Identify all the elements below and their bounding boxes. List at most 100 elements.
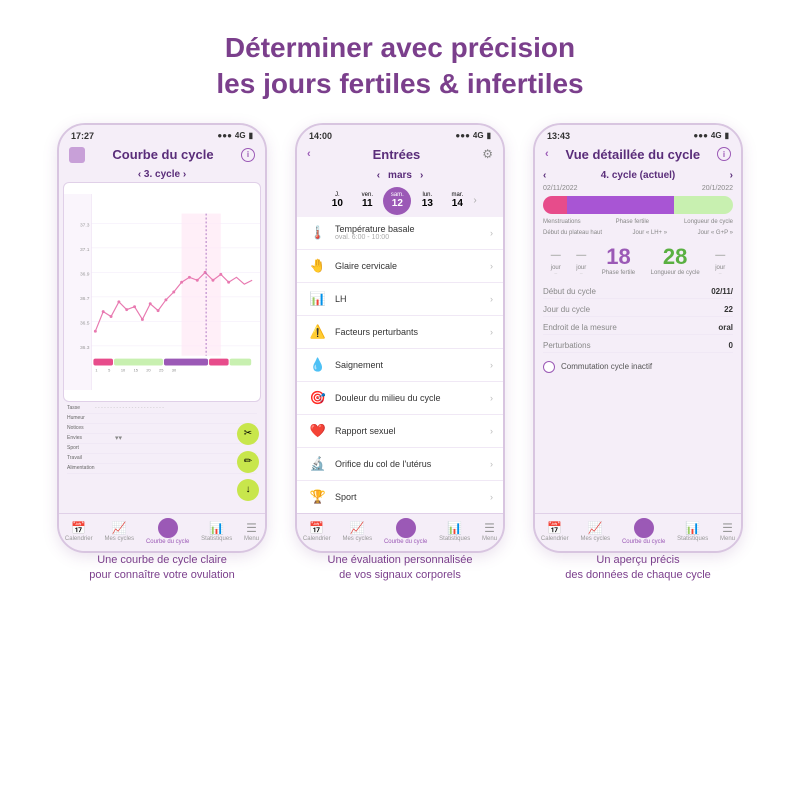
nav-menu-1[interactable]: ☰ Menu	[244, 521, 259, 542]
fab-edit[interactable]: ✏	[237, 451, 259, 473]
entry-glaire[interactable]: 🤚 Glaire cervicale ›	[297, 250, 503, 283]
entry-orifice[interactable]: 🔬 Orifice du col de l'utérus ›	[297, 448, 503, 481]
nav-label: Calendrier	[65, 536, 93, 542]
cycle-inactive[interactable]: Commutation cycle inactif	[543, 361, 733, 373]
nav-stats-2[interactable]: 📊 Statistiques	[439, 521, 470, 542]
svg-text:36.7: 36.7	[80, 296, 90, 302]
fab-download[interactable]: ↓	[237, 479, 259, 501]
phones-container: 17:27 ●●● 4G ▮ Courbe du cycle i ‹ 3. cy…	[32, 123, 768, 800]
radio-inactive[interactable]	[543, 361, 555, 373]
nav-label: Statistiques	[201, 536, 232, 542]
nav-label: Courbe du cycle	[622, 539, 665, 545]
cycle-chart: 37.3 37.1 36.9 36.7 36.5 36.3	[64, 183, 260, 401]
prev-month-btn[interactable]: ‹	[377, 170, 380, 181]
nav-cycle-icon	[396, 518, 416, 538]
screen3-content: ‹ 4. cycle (actuel) › 02/11/2022 20/1/20…	[535, 166, 741, 513]
nav-label: Menu	[720, 536, 735, 542]
phase-num-minus-2: – jour –	[576, 244, 586, 277]
nav-menu-2[interactable]: ☰ Menu	[482, 521, 497, 542]
label-menst: Menstruations	[543, 219, 581, 225]
nav-cycle-icon	[634, 518, 654, 538]
nav-courbe-3[interactable]: Courbe du cycle	[622, 518, 665, 545]
phone3-wrapper: 13:43 ●●● 4G ▮ ‹ Vue détaillée du cycle …	[528, 123, 748, 584]
nav-courbe-2[interactable]: Courbe du cycle	[384, 518, 427, 545]
extra-row-2: Humeur	[67, 414, 257, 424]
bottom-nav-1: 📅 Calendrier 📈 Mes cycles Courbe du cycl…	[59, 513, 265, 551]
chevron-right-icon: ›	[490, 261, 493, 271]
day-12[interactable]: sam. 12	[383, 187, 411, 215]
day-14[interactable]: mar. 14	[443, 187, 471, 215]
cycle-label-1: ‹ 3. cycle ›	[63, 169, 261, 180]
cycle-label-3: 4. cycle (actuel)	[601, 170, 675, 181]
nav-label: Mes cycles	[342, 536, 372, 542]
lh-icon: 📊	[307, 288, 329, 310]
nav-stats-1[interactable]: 📊 Statistiques	[201, 521, 232, 542]
nav-cycles-1[interactable]: 📈 Mes cycles	[104, 521, 134, 542]
glaire-icon: 🤚	[307, 255, 329, 277]
app-title-3: Vue détaillée du cycle	[549, 147, 717, 162]
screen2-content: ‹ mars › J. 10 ven. 11 sam.	[297, 166, 503, 513]
label-lh: Jour « LH+ »	[633, 230, 668, 236]
day-13[interactable]: lun. 13	[413, 187, 441, 215]
nav-cycles-2[interactable]: 📈 Mes cycles	[342, 521, 372, 542]
entry-douleur[interactable]: 🎯 Douleur du milieu du cycle ›	[297, 382, 503, 415]
nav-calendrier-1[interactable]: 📅 Calendrier	[65, 521, 93, 542]
next-month-btn[interactable]: ›	[420, 170, 423, 181]
label-plateau: Début du plateau haut	[543, 230, 602, 236]
status-bar-1: 17:27 ●●● 4G ▮	[59, 125, 265, 143]
extra-row-4: Envies ▾▾	[67, 434, 257, 444]
entry-facteurs[interactable]: ⚠️ Facteurs perturbants ›	[297, 316, 503, 349]
nav-courbe-1[interactable]: Courbe du cycle	[146, 518, 189, 545]
entry-temperature[interactable]: 🌡️ Température basale oval. 6:00 - 10:00…	[297, 217, 503, 250]
entry-lh[interactable]: 📊 LH ›	[297, 283, 503, 316]
day-11[interactable]: ven. 11	[353, 187, 381, 215]
chart-area: 37.3 37.1 36.9 36.7 36.5 36.3	[63, 182, 261, 402]
svg-text:36.3: 36.3	[80, 345, 90, 351]
main-title: Déterminer avec précision les jours fert…	[216, 30, 583, 103]
phase-bar	[543, 196, 733, 214]
phase-num-18: 18 Phase fertile	[602, 244, 635, 276]
label-cycle-len: Longueur de cycle	[684, 219, 733, 225]
svg-text:37.1: 37.1	[80, 247, 90, 253]
detail-debut: Début du cycle 02/11/	[543, 285, 733, 299]
detail-perturbations: Perturbations 0	[543, 339, 733, 353]
nav-label: Calendrier	[303, 536, 331, 542]
info-button-1[interactable]: i	[241, 148, 255, 162]
phase-num-minus-1: – jour –	[551, 244, 561, 277]
day-10[interactable]: J. 10	[323, 187, 351, 215]
info-button-3[interactable]: i	[717, 147, 731, 161]
nav-calendrier-3[interactable]: 📅 Calendrier	[541, 521, 569, 542]
floating-buttons: ✂ ✏ ↓	[237, 423, 259, 501]
nav-menu-3[interactable]: ☰ Menu	[720, 521, 735, 542]
extra-row-5: Sport	[67, 444, 257, 454]
nav-cycles-3[interactable]: 📈 Mes cycles	[580, 521, 610, 542]
saignement-icon: 💧	[307, 354, 329, 376]
phase-numbers: – jour – – jour – 18 Phase fertile 28	[543, 244, 733, 277]
phone3: 13:43 ●●● 4G ▮ ‹ Vue détaillée du cycle …	[533, 123, 743, 553]
nav-stats-3[interactable]: 📊 Statistiques	[677, 521, 708, 542]
prev-cycle-btn[interactable]: ‹	[543, 170, 546, 181]
gear-icon[interactable]: ⚙	[482, 147, 493, 161]
entry-rapport[interactable]: ❤️ Rapport sexuel ›	[297, 415, 503, 448]
label-gp: Jour « G+P »	[698, 230, 733, 236]
entry-saignement[interactable]: 💧 Saignement ›	[297, 349, 503, 382]
nav-calendrier-2[interactable]: 📅 Calendrier	[303, 521, 331, 542]
phone1: 17:27 ●●● 4G ▮ Courbe du cycle i ‹ 3. cy…	[57, 123, 267, 553]
entry-sport[interactable]: 🏆 Sport ›	[297, 481, 503, 513]
status-bar-3: 13:43 ●●● 4G ▮	[535, 125, 741, 143]
chevron-right-icon: ›	[490, 228, 493, 238]
nav-label: Menu	[482, 536, 497, 542]
status-bar-2: 14:00 ●●● 4G ▮	[297, 125, 503, 143]
nav-label: Statistiques	[439, 536, 470, 542]
phase-fertile	[567, 196, 674, 214]
chevron-right-icon: ›	[490, 393, 493, 403]
nav-label: Mes cycles	[104, 536, 134, 542]
phone1-wrapper: 17:27 ●●● 4G ▮ Courbe du cycle i ‹ 3. cy…	[52, 123, 272, 584]
next-cycle-btn[interactable]: ›	[730, 170, 733, 181]
phase-labels-2: Début du plateau haut Jour « LH+ » Jour …	[543, 230, 733, 236]
more-days-btn[interactable]: ›	[473, 195, 476, 206]
chevron-right-icon: ›	[490, 492, 493, 502]
fab-share[interactable]: ✂	[237, 423, 259, 445]
phone2-wrapper: 14:00 ●●● 4G ▮ ‹ Entrées ⚙ ‹ mars ›	[290, 123, 510, 584]
app-title-2: Entrées	[311, 147, 483, 162]
